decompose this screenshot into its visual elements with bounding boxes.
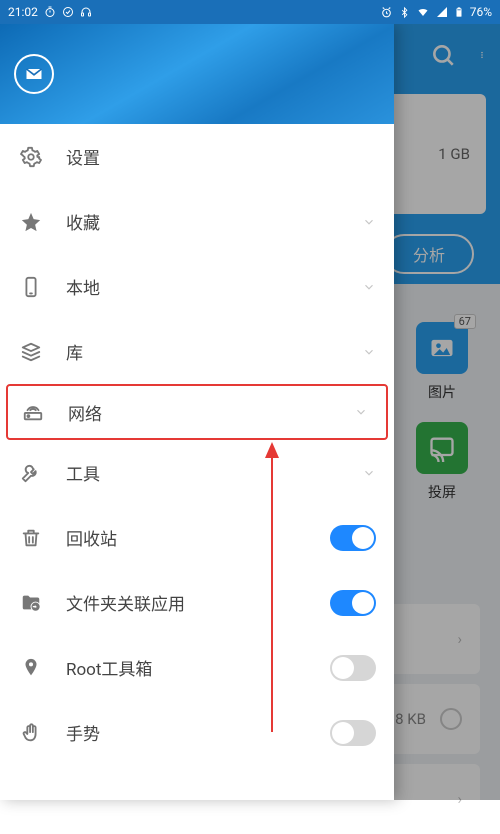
signal-icon: [436, 6, 448, 18]
navigation-drawer[interactable]: 设置收藏本地库网络工具回收站文件夹关联应用 Root工具箱手势: [0, 24, 394, 800]
drawer-item-gesture[interactable]: 手势: [0, 700, 394, 765]
drawer-item-label: 手势: [66, 720, 330, 745]
headphones-icon: [80, 6, 92, 18]
mail-icon[interactable]: [14, 54, 54, 94]
drawer-item-network[interactable]: 网络: [6, 384, 388, 440]
check-circle-icon: [62, 6, 74, 18]
drawer-menu: 设置收藏本地库网络工具回收站文件夹关联应用 Root工具箱手势: [0, 124, 394, 800]
battery-percent: 76%: [470, 5, 492, 19]
wrench-icon: [20, 462, 44, 484]
toggle-recycle[interactable]: [330, 525, 376, 551]
router-icon: [22, 401, 46, 423]
chevron-down-icon: [354, 405, 368, 419]
hand-icon: [20, 722, 44, 744]
drawer-item-label: Root工具箱: [66, 655, 330, 680]
drawer-item-recycle[interactable]: 回收站: [0, 505, 394, 570]
star-icon: [20, 211, 44, 233]
drawer-item-label: 回收站: [66, 525, 330, 550]
stack-icon: [20, 341, 44, 363]
chevron-down-icon: [362, 280, 376, 294]
drawer-item-label: 文件夹关联应用: [66, 590, 330, 615]
image-count-badge: 67: [454, 314, 476, 329]
status-bar: 21:02 76%: [0, 0, 500, 24]
alarm-icon: [380, 6, 393, 19]
more-icon[interactable]: [478, 42, 486, 68]
status-time: 21:02: [8, 5, 38, 19]
status-left: 21:02: [8, 5, 92, 19]
toggle-assoc[interactable]: [330, 590, 376, 616]
battery-icon: [454, 5, 464, 19]
toggle-gesture[interactable]: [330, 720, 376, 746]
bluetooth-icon: [399, 6, 410, 19]
tile-cast[interactable]: 投屏: [412, 422, 472, 502]
drawer-item-label: 收藏: [66, 209, 362, 234]
pin-icon: [20, 657, 44, 679]
drawer-item-assoc[interactable]: 文件夹关联应用: [0, 570, 394, 635]
row-size: 8 KB: [395, 710, 426, 728]
drawer-item-local[interactable]: 本地: [0, 254, 394, 319]
drawer-header: [0, 24, 394, 124]
drawer-item-label: 库: [66, 339, 362, 364]
chevron-down-icon: [362, 345, 376, 359]
drawer-item-label: 设置: [66, 144, 376, 169]
phone-icon: [20, 276, 44, 298]
chevron-right-icon: ›: [457, 630, 462, 648]
tile-images[interactable]: 67 图片: [412, 322, 472, 402]
drawer-item-label: 本地: [66, 274, 362, 299]
drawer-item-root[interactable]: Root工具箱: [0, 635, 394, 700]
wifi-icon: [416, 6, 430, 18]
tile-images-label: 图片: [428, 385, 456, 401]
tile-cast-label: 投屏: [428, 485, 456, 501]
gear-icon: [20, 146, 44, 168]
trash-icon: [20, 527, 44, 549]
drawer-item-fav[interactable]: 收藏: [0, 189, 394, 254]
storage-value: 1 GB: [438, 145, 470, 163]
stopwatch-icon: [44, 6, 56, 18]
drawer-item-tools[interactable]: 工具: [0, 440, 394, 505]
drawer-item-library[interactable]: 库: [0, 319, 394, 384]
row-select-circle[interactable]: [440, 708, 462, 730]
search-icon[interactable]: [430, 42, 456, 68]
drawer-item-settings[interactable]: 设置: [0, 124, 394, 189]
analyze-button[interactable]: 分析: [384, 234, 474, 274]
chevron-down-icon: [362, 466, 376, 480]
drawer-item-label: 工具: [66, 460, 362, 485]
status-right: 76%: [380, 5, 492, 19]
toggle-root[interactable]: [330, 655, 376, 681]
folder-link-icon: [20, 592, 44, 614]
drawer-item-label: 网络: [68, 400, 354, 425]
chevron-right-icon: ›: [457, 790, 462, 808]
chevron-down-icon: [362, 215, 376, 229]
